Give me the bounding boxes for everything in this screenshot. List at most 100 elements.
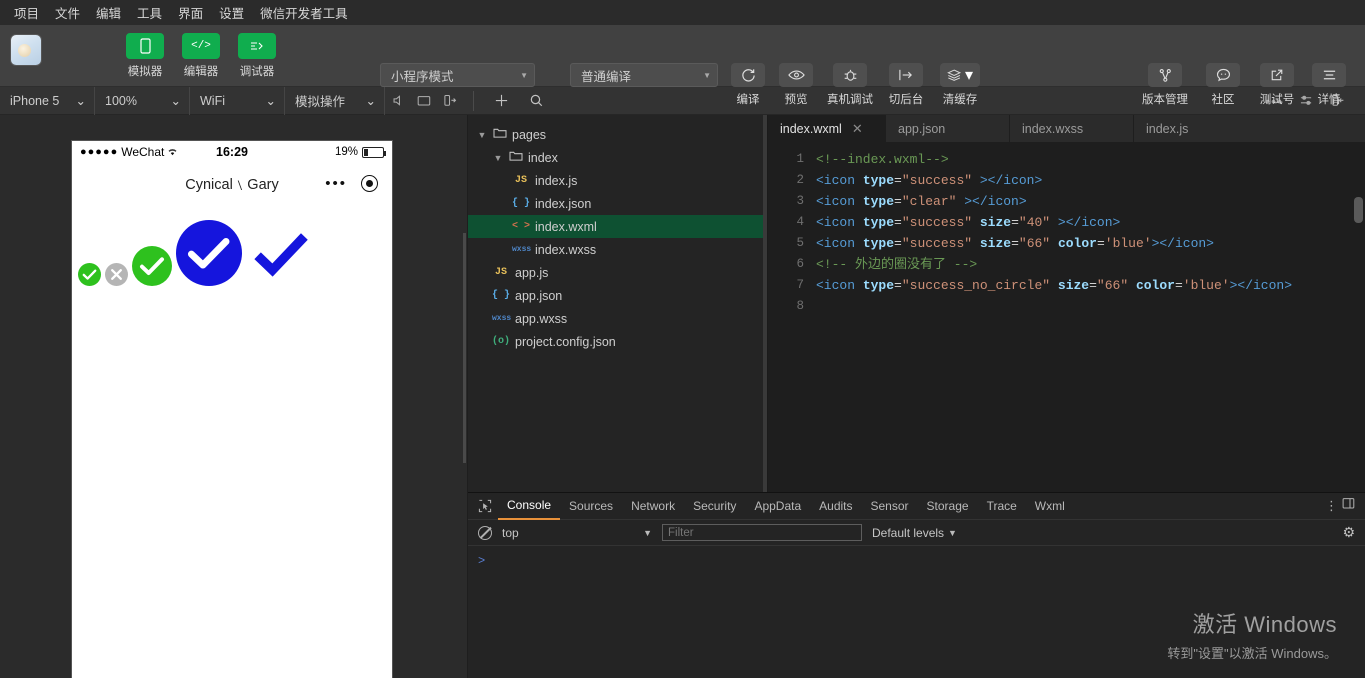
debugger-label: 调试器 [239,66,275,78]
app-window: 项目 文件 编辑 工具 界面 设置 微信开发者工具 模拟器 </> 编辑器 调试… [0,0,1365,678]
details-button[interactable]: 详情 [1307,63,1351,107]
chevron-down-icon[interactable]: ▼ [476,130,488,140]
tab-index-wxml[interactable]: index.wxml ✕ [768,115,886,142]
network-select[interactable]: WiFi ⌄ [190,86,285,115]
right-button-group: 版本管理 社区 测试号 详情 [1137,63,1351,107]
tree-item-app-wxss[interactable]: wxss app.wxss [468,307,767,330]
console-context-select[interactable]: top ▼ [502,526,652,540]
tree-item-label: index.json [535,196,592,211]
devtools-tab-audits[interactable]: Audits [810,494,861,519]
console-context-value: top [502,525,519,540]
simulate-action-select[interactable]: 模拟操作 ⌄ [285,86,385,115]
zoom-select[interactable]: 100% ⌄ [95,86,190,115]
preview-button[interactable]: 预览 [772,63,820,107]
menu-item-interface[interactable]: 界面 [170,0,211,25]
tree-item-index-js[interactable]: JS index.js [468,169,767,192]
clear-console-icon[interactable] [478,525,492,540]
battery-icon [362,146,386,158]
version-control-button[interactable]: 版本管理 [1137,63,1193,107]
tree-item-index-json[interactable]: { } index.json [468,192,767,215]
line-number: 5 [796,236,804,250]
tree-item-index-wxml[interactable]: < > index.wxml [468,215,767,238]
devtools-panel: Console Sources Network Security AppData Audi… [468,492,1365,678]
menu-item-edit[interactable]: 编辑 [88,0,129,25]
pane-resize-handle[interactable] [463,233,466,463]
tree-item-app-js[interactable]: JS app.js [468,261,767,284]
devtools-tab-appdata[interactable]: AppData [745,494,810,519]
compile-mode-select[interactable]: 普通编译 ▼ [570,63,718,87]
tab-label: index.wxml [780,121,842,136]
console-filter-input[interactable] [662,524,862,541]
devtools-tab-wxml[interactable]: Wxml [1026,494,1074,519]
rendered-icon-row [72,211,392,291]
devtools-tab-console[interactable]: Console [498,493,561,520]
tab-index-js[interactable]: index.js [1134,115,1258,142]
json-file-icon: { } [492,290,511,301]
tab-index-wxss[interactable]: index.wxss [1010,115,1134,142]
icon-clear-small [105,263,128,291]
sound-icon[interactable] [385,87,411,115]
project-mode-select[interactable]: 小程序模式 ▼ [380,63,535,87]
device-select[interactable]: iPhone 5 ⌄ [0,86,95,115]
screen-icon[interactable] [411,87,437,115]
editor-toggle-button[interactable]: </> 编辑器 [177,25,225,79]
chevron-down-icon: ▼ [520,70,528,80]
folder-icon [493,127,507,142]
config-file-icon: (o) [492,336,511,347]
console-output[interactable]: > [468,546,1365,576]
tree-item-index-wxss[interactable]: wxss index.wxss [468,238,767,261]
capsule-more-icon[interactable]: ••• [325,176,347,191]
devtools-tab-trace[interactable]: Trace [978,494,1026,519]
close-icon[interactable]: ✕ [852,121,863,137]
tree-item-app-json[interactable]: { } app.json [468,284,767,307]
project-mode-value: 小程序模式 [391,69,454,84]
debug-icon [238,33,276,59]
tree-item-index-folder[interactable]: ▼ index [468,146,767,169]
add-icon[interactable] [484,87,518,115]
simulator-toggle-button[interactable]: 模拟器 [121,25,169,79]
debugger-toggle-button[interactable]: 调试器 [233,25,281,79]
console-levels-select[interactable]: Default levels ▼ [872,526,957,540]
dock-panel-icon[interactable] [1342,497,1355,515]
code-line: 7 <icon type="success_no_circle" size="66… [768,275,1365,296]
more-vertical-icon[interactable]: ⋮ [1325,499,1338,512]
community-label: 社区 [1211,94,1235,106]
clear-cache-button[interactable]: ▾ 清缓存 [934,63,986,107]
editor-scrollbar[interactable] [1354,197,1363,223]
user-avatar[interactable] [11,35,41,65]
tree-item-project-config[interactable]: (o) project.config.json [468,330,767,353]
menu-item-tools[interactable]: 工具 [129,0,170,25]
menu-item-file[interactable]: 文件 [47,0,88,25]
compile-button[interactable]: 编译 [724,63,772,107]
settings-gear-icon[interactable]: ⚙ [1342,524,1355,541]
target-icon[interactable] [361,174,378,192]
eye-icon [779,63,813,87]
tab-app-json[interactable]: app.json [886,115,1010,142]
inspect-cursor-icon[interactable] [472,499,498,513]
rotate-right-icon[interactable] [437,87,463,115]
devtools-tab-network[interactable]: Network [622,494,684,519]
devtools-tab-sources[interactable]: Sources [560,494,622,519]
line-content: <icon type="success" size="40" ></icon> [816,215,1121,230]
devtools-tab-sensor[interactable]: Sensor [862,494,918,519]
community-button[interactable]: 社区 [1199,63,1247,107]
real-device-debug-button[interactable]: 真机调试 [822,63,878,107]
devtools-tab-security[interactable]: Security [684,494,745,519]
simulator-label: 模拟器 [127,66,163,78]
menu-bar: 项目 文件 编辑 工具 界面 设置 微信开发者工具 [0,0,1365,25]
chevron-down-icon: ▼ [948,527,957,538]
menu-item-settings[interactable]: 设置 [211,0,252,25]
switch-background-button[interactable]: 切后台 [880,63,932,107]
devtools-tab-storage[interactable]: Storage [918,494,978,519]
search-icon[interactable] [518,87,554,115]
menu-item-project[interactable]: 项目 [6,0,47,25]
wifi-icon [167,145,178,159]
tree-item-pages[interactable]: ▼ pages [468,123,767,146]
menu-item-devtools[interactable]: 微信开发者工具 [252,0,356,25]
page-title: Cynical﹨Gary [185,176,279,193]
layers-icon: ▾ [940,63,980,87]
file-tree-scrollbar[interactable] [763,115,767,495]
chevron-down-icon[interactable]: ▼ [492,153,504,163]
tree-item-label: index.wxml [535,219,597,234]
test-account-button[interactable]: 测试号 [1253,63,1301,107]
